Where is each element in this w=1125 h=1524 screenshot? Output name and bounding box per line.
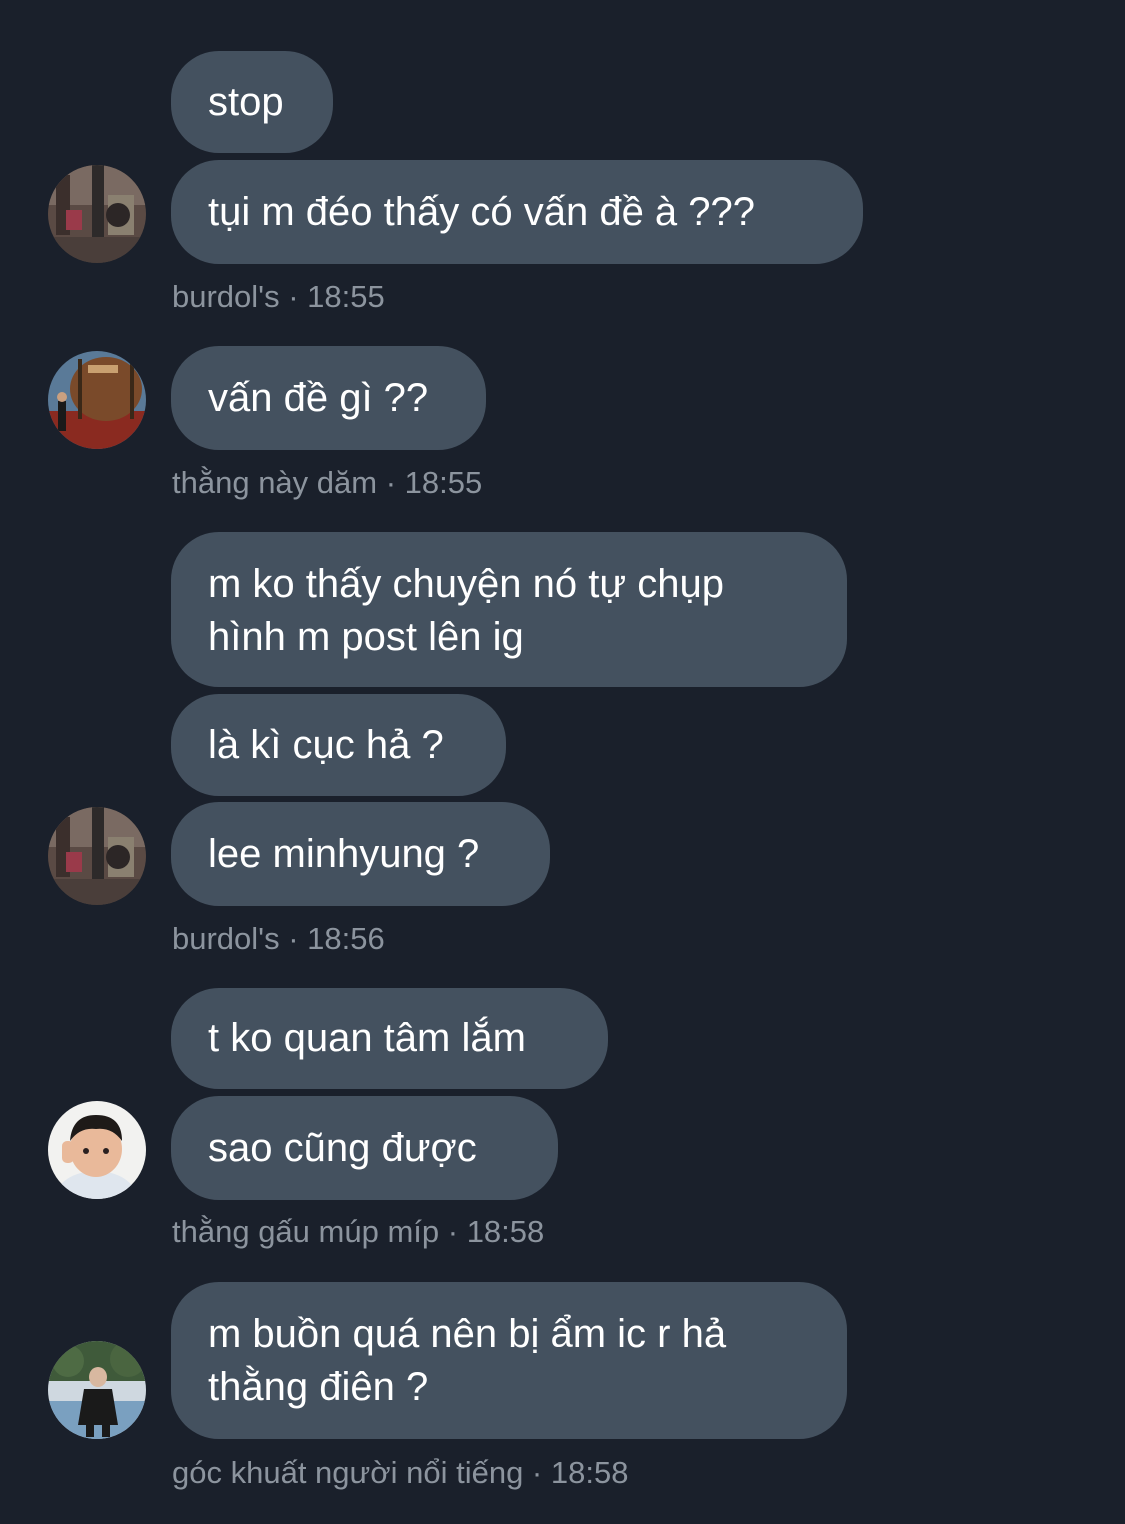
sender-name[interactable]: burdol's bbox=[172, 921, 280, 956]
timestamp: 18:58 bbox=[550, 1455, 629, 1490]
photo-avatar-child bbox=[48, 1101, 146, 1199]
photo-avatar-barrel bbox=[48, 351, 146, 449]
message-text: sao cũng được bbox=[208, 1125, 477, 1170]
message-text: m buồn quá nên bị ẩm ic r hả thằng điên … bbox=[208, 1308, 726, 1414]
avatar[interactable] bbox=[48, 1341, 146, 1439]
meta-separator: · bbox=[523, 1455, 551, 1490]
message-bubble[interactable]: tụi m đéo thấy có vấn đề à ??? bbox=[171, 160, 863, 264]
photo-avatar-burdols bbox=[48, 165, 146, 263]
message-bubble[interactable]: m buồn quá nên bị ẩm ic r hả thằng điên … bbox=[171, 1282, 847, 1439]
message-bubble[interactable]: m ko thấy chuyện nó tự chụp hình m post … bbox=[171, 532, 847, 687]
photo-avatar-park bbox=[48, 1341, 146, 1439]
timestamp: 18:55 bbox=[307, 279, 385, 314]
sender-name[interactable]: thằng này dăm bbox=[172, 465, 377, 500]
message-text: lee minhyung ? bbox=[208, 831, 480, 876]
avatar[interactable] bbox=[48, 807, 146, 905]
meta-separator: · bbox=[377, 465, 405, 500]
message-text: vấn đề gì ?? bbox=[208, 375, 429, 420]
meta-separator: · bbox=[439, 1214, 467, 1249]
message-text: tụi m đéo thấy có vấn đề à ??? bbox=[208, 189, 756, 234]
sender-name[interactable]: góc khuất người nổi tiếng bbox=[172, 1455, 523, 1490]
message-bubble[interactable]: là kì cục hả ? bbox=[171, 694, 506, 796]
message-meta: burdol's · 18:56 bbox=[172, 921, 385, 957]
message-line: thằng điên ? bbox=[208, 1365, 429, 1409]
message-bubble[interactable]: t ko quan tâm lắm bbox=[171, 988, 608, 1089]
sender-name[interactable]: burdol's bbox=[172, 279, 280, 314]
timestamp: 18:58 bbox=[466, 1214, 545, 1249]
message-bubble[interactable]: lee minhyung ? bbox=[171, 802, 550, 906]
meta-separator: · bbox=[279, 921, 308, 956]
message-text: m ko thấy chuyện nó tự chụp hình m post … bbox=[208, 558, 724, 664]
message-line: m ko thấy chuyện nó tự chụp bbox=[208, 562, 724, 606]
message-text: stop bbox=[208, 79, 284, 124]
message-text: t ko quan tâm lắm bbox=[208, 1016, 526, 1060]
message-text: là kì cục hả ? bbox=[208, 722, 444, 767]
avatar[interactable] bbox=[48, 165, 146, 263]
message-bubble[interactable]: stop bbox=[171, 51, 333, 153]
message-meta: thằng này dăm · 18:55 bbox=[172, 465, 482, 501]
meta-separator: · bbox=[279, 279, 308, 314]
timestamp: 18:56 bbox=[307, 921, 385, 956]
message-bubble[interactable]: vấn đề gì ?? bbox=[171, 346, 486, 450]
avatar[interactable] bbox=[48, 351, 146, 449]
photo-avatar-burdols bbox=[48, 807, 146, 905]
message-line: hình m post lên ig bbox=[208, 615, 524, 659]
message-line: m buồn quá nên bị ẩm ic r hả bbox=[208, 1312, 727, 1356]
message-meta: góc khuất người nổi tiếng · 18:58 bbox=[172, 1455, 628, 1491]
avatar[interactable] bbox=[48, 1101, 146, 1199]
sender-name[interactable]: thằng gấu múp míp bbox=[172, 1214, 439, 1249]
timestamp: 18:55 bbox=[404, 465, 483, 500]
message-meta: burdol's · 18:55 bbox=[172, 279, 385, 315]
message-bubble[interactable]: sao cũng được bbox=[171, 1096, 558, 1200]
message-meta: thằng gấu múp míp · 18:58 bbox=[172, 1214, 544, 1250]
